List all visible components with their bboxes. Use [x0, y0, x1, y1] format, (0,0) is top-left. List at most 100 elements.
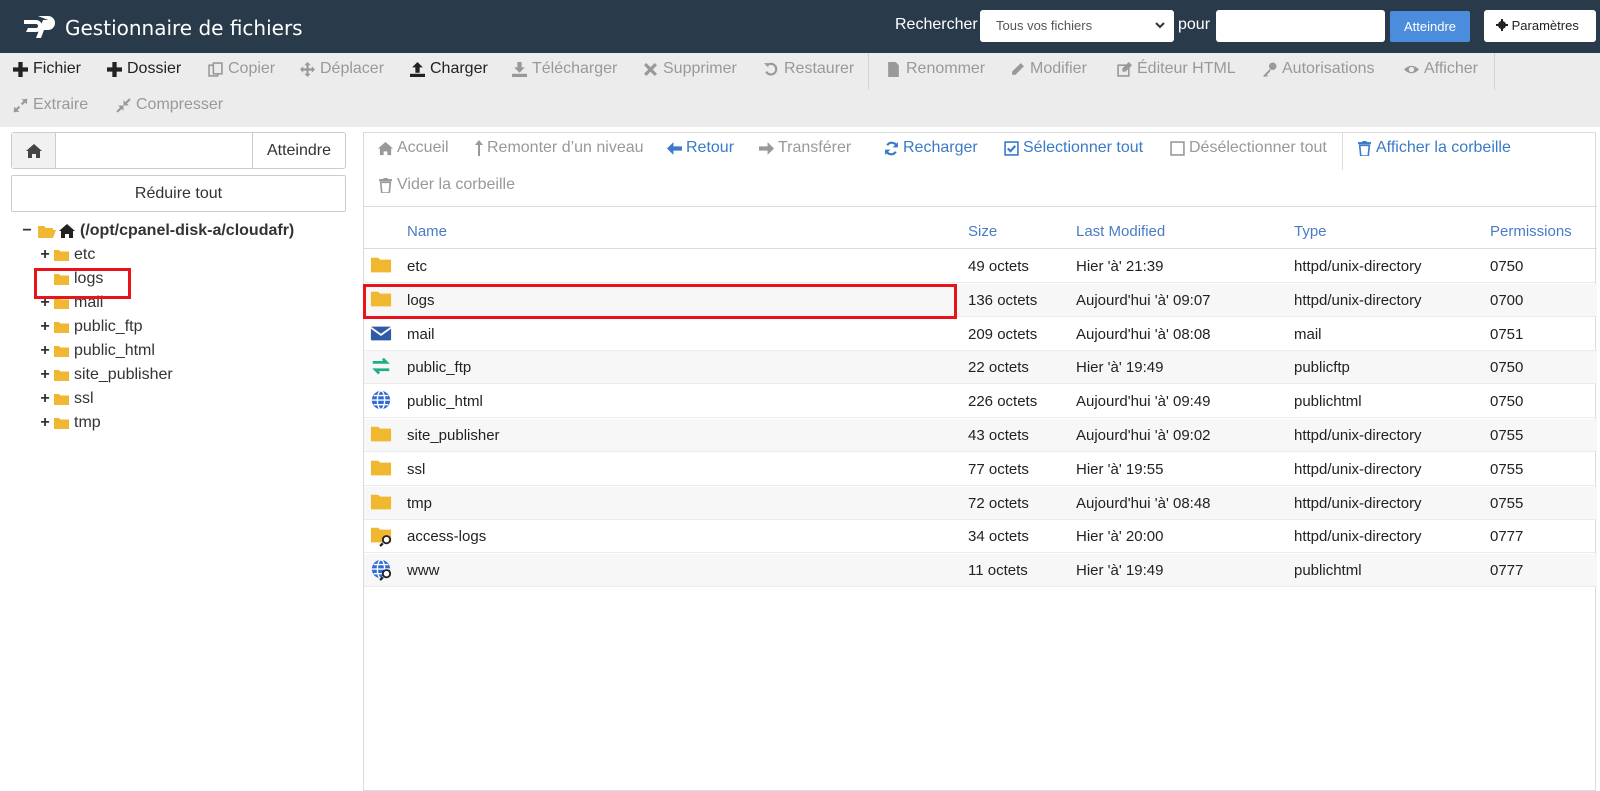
tree-root[interactable]: − (/opt/cpanel-disk-a/cloudafr) [20, 222, 294, 240]
trash-icon [379, 177, 392, 193]
path-go-button[interactable]: Atteindre [252, 133, 345, 168]
view-button[interactable]: Afficher [1404, 60, 1478, 78]
up-level-button[interactable]: Remonter d’un niveau [475, 139, 644, 157]
search-input[interactable] [1216, 10, 1385, 42]
view-label: Afficher [1424, 60, 1478, 77]
table-row[interactable]: access-logs 34 octets Hier 'à' 20:00 httpd/… [364, 520, 1597, 554]
checkbox-empty-icon [1170, 140, 1185, 156]
download-button[interactable]: Télécharger [512, 60, 617, 78]
folder-icon [370, 426, 392, 442]
table-row[interactable]: ssl 77 octets Hier 'à' 19:55 httpd/unix-dir… [364, 453, 1597, 486]
reload-label: Recharger [903, 139, 978, 156]
cell-perms: 0755 [1490, 460, 1524, 478]
deselect-all-button[interactable]: Désélectionner tout [1170, 139, 1327, 157]
select-all-button[interactable]: Sélectionner tout [1004, 139, 1143, 157]
folder-icon [54, 394, 69, 405]
tree-item[interactable]: + tmp [38, 414, 100, 432]
folder-icon [370, 257, 392, 273]
collapse-toggle[interactable]: − [20, 222, 34, 240]
eye-icon [1404, 65, 1419, 73]
col-name-header[interactable]: Name [407, 223, 447, 240]
html-editor-button[interactable]: Éditeur HTML [1117, 60, 1236, 78]
back-button[interactable]: Retour [667, 139, 734, 157]
tree-item[interactable]: + etc [38, 246, 95, 264]
reload-button[interactable]: Recharger [884, 139, 978, 157]
forward-button[interactable]: Transférer [759, 139, 851, 157]
permissions-button[interactable]: Autorisations [1262, 60, 1375, 78]
table-row[interactable]: tmp 72 octets Aujourd'hui 'à' 08:48 httpd/u… [364, 486, 1597, 520]
tree-item[interactable]: + public_html [38, 342, 155, 360]
table-row[interactable]: public_ftp 22 octets Hier 'à' 19:49 publicf… [364, 351, 1597, 385]
expand-toggle[interactable]: + [38, 342, 52, 360]
settings-button[interactable]: Paramètres [1484, 10, 1596, 42]
cell-size: 77 octets [968, 460, 1029, 478]
tree-item[interactable]: + ssl [38, 390, 93, 408]
col-size-header[interactable]: Size [968, 223, 997, 240]
row-highlight-box [363, 284, 957, 319]
new-folder-button[interactable]: Dossier [107, 60, 181, 78]
expand-toggle[interactable]: + [38, 390, 52, 408]
tree-item[interactable]: + site_publisher [38, 366, 172, 384]
arrow-up-icon [475, 140, 483, 156]
copy-label: Copier [228, 60, 276, 77]
cell-modified: Hier 'à' 21:39 [1076, 258, 1164, 275]
extract-button[interactable]: Extraire [13, 96, 88, 114]
table-row[interactable]: public_html 226 octets Aujourd'hui 'à' 09:… [364, 385, 1597, 419]
table-row[interactable]: mail 209 octets Aujourd'hui 'à' 08:08 mail 0… [364, 318, 1597, 351]
tree-root-label: (/opt/cpanel-disk-a/cloudafr) [80, 222, 295, 239]
empty-trash-button[interactable]: Vider la corbeille [378, 176, 515, 194]
restore-label: Restaurer [784, 60, 855, 77]
cell-name: tmp [407, 494, 433, 512]
show-trash-button[interactable]: Afficher la corbeille [1357, 139, 1511, 157]
cell-type: httpd/unix-directory [1294, 528, 1422, 546]
file-icon [888, 61, 899, 77]
new-folder-label: Dossier [127, 60, 182, 77]
search-label: Rechercher [895, 16, 978, 33]
expand-toggle[interactable]: + [38, 318, 52, 336]
download-label: Télécharger [532, 60, 618, 77]
cell-perms: 0700 [1490, 291, 1524, 309]
col-modified-header[interactable]: Last Modified [1076, 223, 1165, 240]
search-go-button[interactable]: Atteindre [1390, 11, 1470, 42]
home-icon [59, 224, 75, 238]
copy-button[interactable]: Copier [208, 60, 275, 78]
expand-toggle[interactable]: + [38, 246, 52, 264]
tree-item[interactable]: + public_ftp [38, 318, 142, 336]
cell-modified: Aujourd'hui 'à' 09:49 [1076, 393, 1211, 411]
table-row[interactable]: etc 49 octets Hier 'à' 21:39 httpd/unix-dir… [364, 250, 1597, 283]
folder-open-icon [38, 226, 56, 238]
move-button[interactable]: Déplacer [300, 60, 384, 78]
settings-label: Paramètres [1511, 18, 1579, 33]
restore-button[interactable]: Restaurer [764, 60, 854, 78]
cell-size: 43 octets [968, 427, 1029, 444]
edit-button[interactable]: Modifier [1010, 60, 1087, 78]
upload-button[interactable]: Charger [410, 60, 488, 78]
search-scope-select[interactable]: Tous vos fichiers [980, 10, 1174, 42]
checkbox-checked-icon [1004, 140, 1019, 156]
globe-icon [371, 390, 391, 411]
folder-icon [370, 460, 392, 476]
table-row[interactable]: www 11 octets Hier 'à' 19:49 publichtml 0777 [364, 554, 1597, 588]
new-file-button[interactable]: Fichier [13, 60, 81, 78]
table-row[interactable]: site_publisher 43 octets Aujourd'hui 'à' 0… [364, 419, 1597, 452]
col-permissions-header[interactable]: Permissions [1490, 223, 1572, 240]
expand-toggle[interactable]: + [38, 414, 52, 432]
path-input[interactable] [57, 133, 252, 168]
cell-name: etc [407, 258, 428, 275]
rename-label: Renommer [906, 60, 986, 77]
col-type-header[interactable]: Type [1294, 223, 1327, 240]
compress-button[interactable]: Compresser [116, 96, 223, 114]
empty-trash-label: Vider la corbeille [397, 176, 515, 193]
cell-name: ssl [407, 460, 426, 478]
expand-toggle[interactable]: + [38, 366, 52, 384]
home-button[interactable] [12, 133, 56, 168]
show-trash-label: Afficher la corbeille [1376, 139, 1511, 156]
cell-modified: Aujourd'hui 'à' 08:08 [1076, 325, 1211, 343]
home-icon [25, 143, 42, 158]
delete-button[interactable]: Supprimer [643, 60, 737, 78]
cell-perms: 0777 [1490, 562, 1524, 580]
rename-button[interactable]: Renommer [886, 60, 985, 78]
table-header: Name Size Last Modified Type Permissions [364, 215, 1597, 249]
collapse-all-button[interactable]: Réduire tout [11, 175, 346, 212]
home-nav-button[interactable]: Accueil [378, 139, 449, 157]
